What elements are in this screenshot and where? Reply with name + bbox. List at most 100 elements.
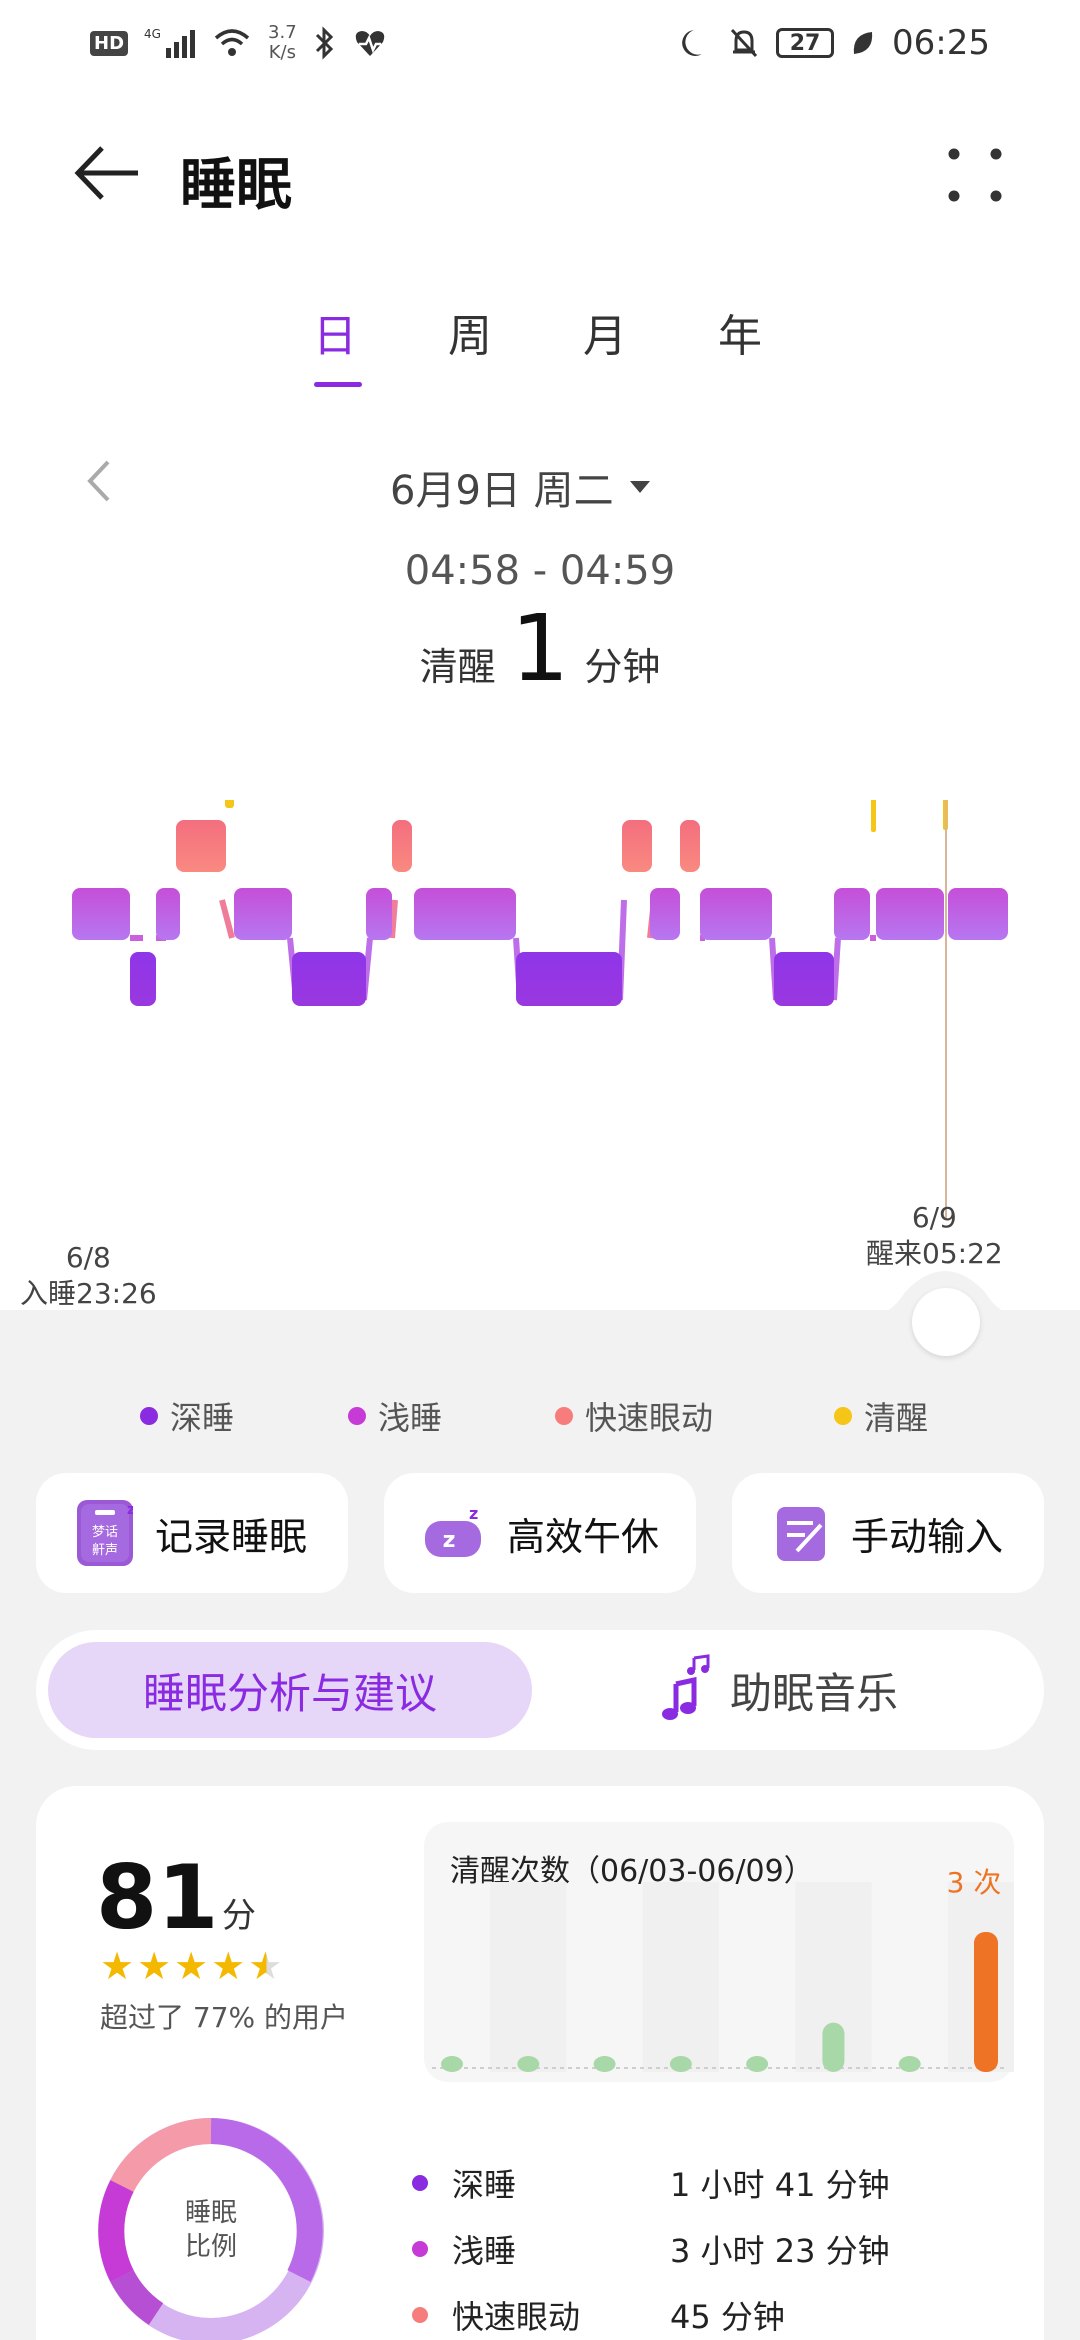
tab-week[interactable]: 周 <box>435 300 505 364</box>
sleep-score-card[interactable]: 81 分 ★★★★★ 超过了 77% 的用户 清醒次数（06/03-06/09）… <box>36 1786 1044 2340</box>
speed-unit: K/s <box>268 42 296 63</box>
awake-marks <box>225 800 948 832</box>
dropdown-triangle-icon <box>629 481 650 493</box>
legend-label: 深睡 <box>170 1399 235 1437</box>
previous-date-icon[interactable] <box>80 456 120 506</box>
svg-text:z: z <box>469 1504 478 1523</box>
record-sleep-button[interactable]: 梦话 鼾声 z 记录睡眠 <box>36 1473 348 1593</box>
legend-awake: 清醒 <box>834 1393 928 1439</box>
legend-deep: 深睡 <box>140 1393 234 1439</box>
wake-count-bar <box>746 2056 769 2072</box>
status-right: 27 06:25 <box>680 23 990 63</box>
network-speed: 3.7 K/s <box>268 23 297 63</box>
legend-rem: 快速眼动 <box>555 1393 713 1439</box>
legend-label: 清醒 <box>864 1399 929 1437</box>
wake-count-chart[interactable]: 清醒次数（06/03-06/09） 3 次 <box>424 1822 1014 2082</box>
star-icon: ★ <box>100 1944 138 1988</box>
hd-badge: HD <box>90 30 129 56</box>
date-label: 6月9日 周二 <box>390 468 614 514</box>
nap-button[interactable]: z z 高效午休 <box>384 1473 696 1593</box>
score-stars: ★★★★★ <box>100 1944 285 1988</box>
record-sleep-icon: 梦话 鼾声 z <box>76 1500 133 1566</box>
donut-label-line1: 睡眠 <box>184 2198 237 2228</box>
stat-deep-sleep: 深睡 1 小时 41 分钟 <box>412 2160 890 2206</box>
selected-stage: 清醒 <box>419 645 496 689</box>
stat-name: 快速眼动 <box>452 2298 581 2336</box>
tab-year[interactable]: 年 <box>705 300 775 364</box>
score-unit: 分 <box>222 1896 256 1936</box>
shallow-sleep-blocks <box>72 888 1008 940</box>
stat-rem: 快速眼动 45 分钟 <box>412 2292 785 2338</box>
leaf-icon <box>853 32 873 54</box>
legend-label: 浅睡 <box>378 1399 443 1437</box>
selected-stage-summary: 清醒 1 分钟 <box>0 595 1080 702</box>
star-icon: ★ <box>137 1944 175 1988</box>
back-arrow-icon[interactable] <box>72 138 142 208</box>
battery-indicator: 27 <box>776 28 835 58</box>
deep-sleep-blocks <box>130 952 834 1006</box>
stat-value: 45 分钟 <box>670 2298 785 2336</box>
wake-chart-bands <box>490 1882 1014 2072</box>
wake-chart-band <box>490 1882 567 2072</box>
record-sleep-label: 记录睡眠 <box>154 1514 307 1559</box>
tab-month[interactable]: 月 <box>570 300 640 364</box>
tab-active-indicator <box>314 382 362 387</box>
tab-day[interactable]: 日 <box>300 300 370 364</box>
stat-dot <box>412 2307 428 2323</box>
network-type: 4G <box>144 27 161 41</box>
wake-count-bar <box>593 2056 616 2072</box>
stat-name: 浅睡 <box>452 2232 517 2270</box>
svg-text:鼾声: 鼾声 <box>92 1543 118 1558</box>
legend-light: 浅睡 <box>348 1393 442 1439</box>
svg-text:z: z <box>127 1502 133 1518</box>
wake-count-bar <box>517 2056 540 2072</box>
half-star-icon: ★ <box>248 1944 286 1988</box>
donut-label-line2: 比例 <box>184 2232 237 2262</box>
nap-icon: z z <box>424 1504 481 1557</box>
heart-health-icon <box>355 31 384 56</box>
star-icon: ★ <box>174 1944 212 1988</box>
sleep-music-label: 助眠音乐 <box>730 1668 899 1718</box>
stat-dot <box>412 2241 428 2257</box>
legend-label: 快速眼动 <box>585 1399 714 1437</box>
wake-chart-plot: 3 次 <box>432 1866 1014 2072</box>
score-percentile: 超过了 77% 的用户 <box>100 2001 349 2034</box>
analysis-music-switch: 睡眠分析与建议 助眠音乐 <box>36 1630 1044 1750</box>
timeline-slider-knob[interactable] <box>912 1288 980 1356</box>
date-selector[interactable]: 6月9日 周二 <box>390 458 652 516</box>
stat-light-sleep: 浅睡 3 小时 23 分钟 <box>412 2226 890 2272</box>
app-header: 睡眠 <box>0 120 1080 230</box>
page-title: 睡眠 <box>180 153 292 218</box>
legend-dot <box>140 1407 158 1425</box>
nap-label: 高效午休 <box>506 1514 659 1559</box>
manual-input-label: 手动输入 <box>850 1514 1003 1559</box>
wake-count-bar <box>441 2056 463 2072</box>
sleep-stage-chart[interactable] <box>0 800 1080 1220</box>
stat-value: 1 小时 41 分钟 <box>670 2166 890 2204</box>
selected-duration-value: 1 <box>510 595 570 702</box>
donut-center-label: 睡眠 比例 <box>136 2196 286 2264</box>
wake-date: 6/9 <box>911 1201 957 1234</box>
svg-text:梦话: 梦话 <box>92 1525 118 1540</box>
wake-chart-band <box>642 1882 719 2072</box>
period-tabs: 日 周 月 年 <box>300 300 780 390</box>
manual-input-icon <box>776 1507 825 1561</box>
more-options-icon[interactable] <box>940 140 1010 210</box>
wake-count-bar <box>669 2056 692 2072</box>
sleep-score: 81 <box>96 1846 219 1949</box>
clock: 06:25 <box>892 23 990 63</box>
wake-count-bar <box>898 2056 921 2072</box>
legend-dot <box>555 1407 573 1425</box>
tab-sleep-analysis[interactable]: 睡眠分析与建议 <box>48 1642 532 1738</box>
music-note-icon <box>662 1654 710 1720</box>
bluetooth-icon <box>315 26 333 60</box>
manual-input-button[interactable]: 手动输入 <box>732 1473 1044 1593</box>
tab-sleep-music[interactable]: 助眠音乐 <box>656 1642 898 1738</box>
stage-legend: 深睡 浅睡 快速眼动 清醒 <box>0 1393 1080 1443</box>
quick-actions: 梦话 鼾声 z 记录睡眠 z z 高效午休 手动输入 <box>36 1473 1044 1593</box>
wake-last-value: 3 次 <box>947 1866 1002 1899</box>
svg-text:z: z <box>443 1528 456 1553</box>
speed-value: 3.7 <box>268 22 297 43</box>
star-icon: ★ <box>211 1944 249 1988</box>
stat-name: 深睡 <box>452 2166 517 2204</box>
